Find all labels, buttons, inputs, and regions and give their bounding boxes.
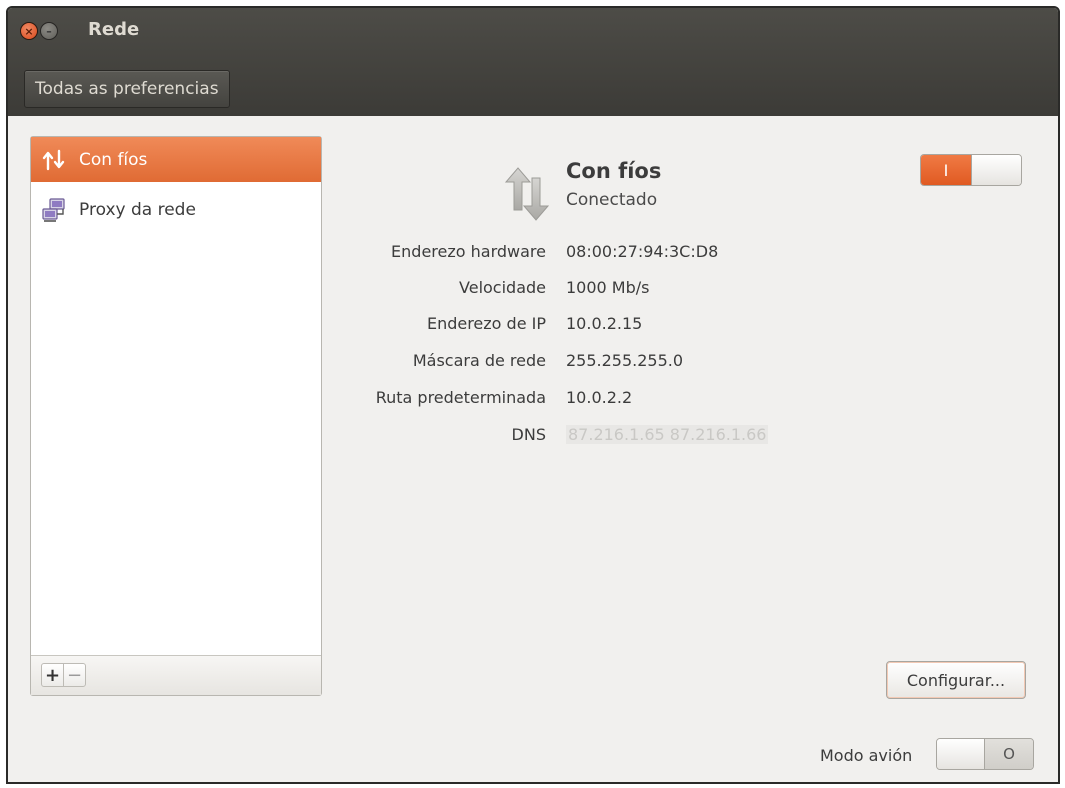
detail-label-hardware-address: Enderezo hardware: [391, 242, 546, 261]
detail-label-ip-address: Enderezo de IP: [426, 314, 546, 333]
remove-connection-button[interactable]: −: [63, 663, 86, 687]
wired-network-icon: [41, 147, 67, 173]
detail-value-netmask: 255.255.255.0: [566, 351, 684, 370]
toggle-knob: [971, 155, 1021, 185]
sidebar-item-label: Proxy da rede: [79, 199, 196, 220]
wired-connection-icon: [492, 164, 554, 224]
airplane-mode-label: Modo avión: [820, 746, 913, 765]
minimize-icon: –: [46, 24, 52, 38]
detail-label-dns: DNS: [511, 425, 546, 444]
airplane-mode-toggle[interactable]: O: [936, 738, 1034, 770]
sidebar-item-label: Con fíos: [79, 149, 148, 170]
connection-status: Conectado: [566, 190, 658, 210]
all-preferences-button[interactable]: Todas as preferencias: [24, 70, 230, 108]
connection-list-panel: Con fíos Proxy da rede + −: [30, 136, 322, 696]
add-connection-button[interactable]: +: [41, 663, 64, 687]
sidebar-item-wired[interactable]: Con fíos: [31, 137, 321, 182]
minimize-window-button[interactable]: –: [40, 22, 58, 40]
connection-title: Con fíos: [566, 159, 662, 183]
wired-connection-toggle[interactable]: I: [920, 154, 1022, 186]
sidebar-item-proxy[interactable]: Proxy da rede: [31, 187, 321, 232]
configure-button[interactable]: Configurar...: [886, 661, 1026, 699]
detail-label-speed: Velocidade: [459, 278, 546, 297]
network-settings-window: × – Rede Todas as preferencias Con fíos: [6, 6, 1060, 784]
toggle-knob: [937, 739, 985, 769]
close-icon: ×: [24, 24, 34, 38]
network-proxy-icon: [41, 197, 67, 223]
detail-value-speed: 1000 Mb/s: [566, 278, 650, 297]
close-window-button[interactable]: ×: [20, 22, 38, 40]
toggle-off-indicator: O: [985, 739, 1033, 769]
window-titlebar: × – Rede Todas as preferencias: [8, 8, 1058, 116]
detail-value-ip-address: 10.0.2.15: [566, 314, 643, 333]
detail-value-hardware-address: 08:00:27:94:3C:D8: [566, 242, 719, 261]
toggle-on-indicator: I: [921, 155, 971, 185]
list-toolbar: + −: [31, 655, 321, 695]
detail-value-dns: 87.216.1.65 87.216.1.66: [566, 425, 769, 444]
window-title: Rede: [88, 19, 140, 40]
detail-value-default-route: 10.0.2.2: [566, 388, 633, 407]
detail-label-default-route: Ruta predeterminada: [375, 388, 546, 407]
detail-label-netmask: Máscara de rede: [412, 351, 546, 370]
